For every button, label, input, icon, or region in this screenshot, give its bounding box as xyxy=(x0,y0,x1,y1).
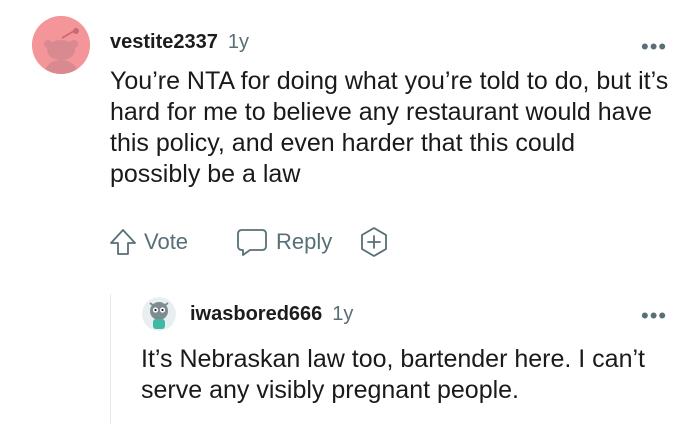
reply-author[interactable]: iwasbored666 xyxy=(190,303,322,326)
upvote-icon[interactable] xyxy=(108,227,138,257)
reply-body: It’s Nebraskan law too, bartender here. … xyxy=(141,345,645,404)
comment-age: 1y xyxy=(227,31,249,53)
award-plus-icon xyxy=(361,227,388,257)
reply-avatar[interactable] xyxy=(142,297,176,331)
comment-meta: vestite2337 1y xyxy=(110,31,249,54)
snoo-avatar-icon xyxy=(32,16,90,74)
reply-more-options-icon[interactable]: ••• xyxy=(641,305,667,327)
more-options-icon[interactable]: ••• xyxy=(641,36,667,58)
comment-body: You’re NTA for doing what you’re told to… xyxy=(110,67,669,188)
reply-age: 1y xyxy=(332,303,354,325)
avatar[interactable] xyxy=(32,16,90,74)
award-button[interactable] xyxy=(358,226,390,258)
reply-meta: iwasbored666 1y xyxy=(190,303,353,326)
comment-bubble-icon xyxy=(237,229,267,256)
vote-label: Vote xyxy=(144,229,189,254)
thread-line[interactable] xyxy=(110,294,111,424)
reply-button[interactable]: Reply xyxy=(236,227,332,257)
reply-label: Reply xyxy=(276,229,333,254)
comment-author[interactable]: vestite2337 xyxy=(110,31,218,54)
snoo-avatar-icon xyxy=(142,297,176,331)
vote-button[interactable]: Vote xyxy=(108,227,188,257)
comment-actions: Vote Reply xyxy=(108,224,390,260)
